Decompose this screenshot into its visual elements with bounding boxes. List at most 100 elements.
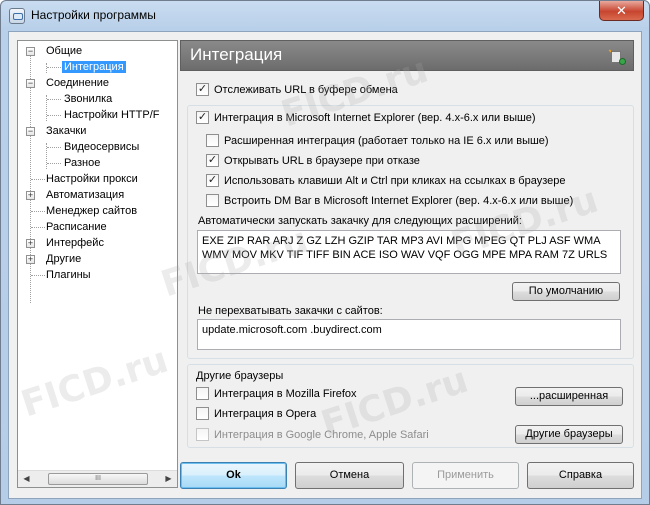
collapse-icon[interactable]: − [26, 47, 35, 56]
chrome-safari-checkbox[interactable] [196, 427, 209, 441]
tree-item-label: Разное [64, 157, 101, 169]
help-button[interactable]: Справка [527, 462, 634, 489]
tree-item-label: Интеграция [62, 61, 126, 73]
app-icon [9, 8, 25, 24]
ie-integration-checkbox[interactable]: ✓ [196, 110, 209, 124]
chrome-safari-row[interactable]: Интеграция в Google Chrome, Apple Safari [196, 427, 429, 444]
tree-item-label: Расписание [46, 221, 107, 233]
expand-icon[interactable]: + [26, 191, 35, 200]
collapse-icon[interactable]: − [26, 127, 35, 136]
tree-item-plugins[interactable]: Плагины [46, 267, 91, 283]
tree-connector [31, 275, 45, 276]
checkbox-label: Встроить DM Bar в Microsoft Internet Exp… [224, 195, 574, 207]
tree-item-label: Менеджер сайтов [46, 205, 138, 217]
tree-connector [31, 179, 45, 180]
tree-item-label: Звонилка [64, 93, 113, 105]
tree-item-label: Другие [46, 253, 82, 265]
page-title: Интеграция [190, 45, 283, 64]
dm-bar-row[interactable]: Встроить DM Bar в Microsoft Internet Exp… [206, 193, 574, 210]
checkbox-label: Интеграция в Mozilla Firefox [214, 388, 357, 400]
tree-item-label: Автоматизация [46, 189, 125, 201]
tree-item-general[interactable]: − Общие [26, 43, 82, 59]
tree-item-label: Интерфейс [46, 237, 104, 249]
tree-item-misc[interactable]: Разное [64, 155, 100, 171]
exclude-sites-label: Не перехватывать закачки с сайтов: [198, 305, 383, 317]
open-url-on-fail-row[interactable]: ✓ Открывать URL в браузере при отказе [206, 153, 420, 170]
integration-icon: ➘ [606, 46, 626, 66]
checkbox-label: Отслеживать URL в буфере обмена [214, 84, 398, 96]
checkbox-label: Интеграция в Opera [214, 408, 317, 420]
checkbox-label: Интеграция в Google Chrome, Apple Safari [214, 429, 429, 441]
ie-extended-checkbox[interactable] [206, 133, 219, 147]
ie-extended-row[interactable]: Расширенная интеграция (работает только … [206, 133, 549, 150]
tree-item-automation[interactable]: + Автоматизация [26, 187, 124, 203]
default-extensions-button[interactable]: По умолчанию [512, 282, 620, 301]
tree-item-label: Настройки HTTP/F [64, 109, 160, 121]
ok-button[interactable]: Ok [180, 462, 287, 489]
tree-item-proxy[interactable]: Настройки прокси [46, 171, 138, 187]
settings-window: Настройки программы ✕ − Общие Интеграция… [0, 0, 650, 505]
exclude-sites-field[interactable]: update.microsoft.com .buydirect.com [197, 319, 621, 350]
dm-bar-checkbox[interactable] [206, 193, 219, 207]
title-bar[interactable]: Настройки программы ✕ [1, 1, 649, 31]
checkbox-label: Использовать клавиши Alt и Ctrl при клик… [224, 175, 566, 187]
alt-ctrl-checkbox[interactable]: ✓ [206, 173, 219, 187]
other-browsers-title: Другие браузеры [196, 370, 284, 382]
apply-button[interactable]: Применить [412, 462, 519, 489]
opera-row[interactable]: Интеграция в Opera [196, 406, 317, 423]
tree-connector [47, 115, 61, 116]
tree-item-connection[interactable]: − Соединение [26, 75, 109, 91]
expand-icon[interactable]: + [26, 255, 35, 264]
tree-connector [47, 99, 61, 100]
settings-tree[interactable]: − Общие Интеграция − Соединение Звонилка… [17, 40, 178, 488]
tree-item-interface[interactable]: + Интерфейс [26, 235, 104, 251]
cancel-button[interactable]: Отмена [295, 462, 404, 489]
tree-item-label: Закачки [46, 125, 87, 137]
ok-button-label: Ok [226, 469, 241, 481]
tree-connector [47, 163, 61, 164]
tree-item-site-manager[interactable]: Менеджер сайтов [46, 203, 137, 219]
checkbox-label: Открывать URL в браузере при отказе [224, 155, 420, 167]
tree-item-label: Общие [46, 45, 83, 57]
expand-icon[interactable]: + [26, 239, 35, 248]
clipboard-checkbox-row[interactable]: ✓ Отслеживать URL в буфере обмена [196, 82, 398, 99]
tree-item-downloads[interactable]: − Закачки [26, 123, 86, 139]
tree-item-label: Соединение [46, 77, 110, 89]
window-title: Настройки программы [31, 8, 156, 22]
tree-item-http-settings[interactable]: Настройки HTTP/F [64, 107, 160, 123]
tree-item-other[interactable]: + Другие [26, 251, 81, 267]
tree-item-label: Видеосервисы [64, 141, 140, 153]
other-browsers-button[interactable]: Другие браузеры [515, 425, 623, 444]
tree-item-dialer[interactable]: Звонилка [64, 91, 112, 107]
tree-connector [31, 227, 45, 228]
page-header: Интеграция ➘ [180, 40, 634, 71]
advanced-browsers-button[interactable]: ...расширенная [515, 387, 623, 406]
firefox-checkbox[interactable] [196, 386, 209, 400]
tree-item-label: Плагины [46, 269, 91, 281]
alt-ctrl-row[interactable]: ✓ Использовать клавиши Alt и Ctrl при кли… [206, 173, 566, 190]
tree-connector [47, 67, 61, 68]
close-button[interactable]: ✕ [599, 1, 644, 21]
tree-item-integration[interactable]: Интеграция [62, 59, 126, 75]
tree-connector [46, 63, 47, 73]
tree-item-label: Настройки прокси [46, 173, 138, 185]
collapse-icon[interactable]: − [26, 79, 35, 88]
tree-connector [47, 147, 61, 148]
opera-checkbox[interactable] [196, 406, 209, 420]
scroll-right-icon[interactable]: ▶ [160, 471, 177, 487]
scroll-thumb[interactable]: III [48, 473, 148, 485]
extensions-label: Автоматически запускать закачку для след… [198, 215, 522, 227]
tree-item-schedule[interactable]: Расписание [46, 219, 107, 235]
ie-integration-row[interactable]: ✓ Интеграция в Microsoft Internet Explore… [196, 110, 536, 127]
tree-connector [31, 211, 45, 212]
scroll-left-icon[interactable]: ◀ [18, 471, 35, 487]
tree-horizontal-scrollbar[interactable]: ◀ III ▶ [18, 470, 177, 487]
extensions-field[interactable]: EXE ZIP RAR ARJ Z GZ LZH GZIP TAR MP3 AV… [197, 230, 621, 274]
open-url-on-fail-checkbox[interactable]: ✓ [206, 153, 219, 167]
firefox-row[interactable]: Интеграция в Mozilla Firefox [196, 386, 357, 403]
tree-item-video-services[interactable]: Видеосервисы [64, 139, 139, 155]
checkbox-label: Расширенная интеграция (работает только … [224, 135, 549, 147]
checkbox-label: Интеграция в Microsoft Internet Explorer… [214, 112, 536, 124]
dialog-client-area: − Общие Интеграция − Соединение Звонилка… [8, 31, 642, 499]
clipboard-checkbox[interactable]: ✓ [196, 82, 209, 96]
